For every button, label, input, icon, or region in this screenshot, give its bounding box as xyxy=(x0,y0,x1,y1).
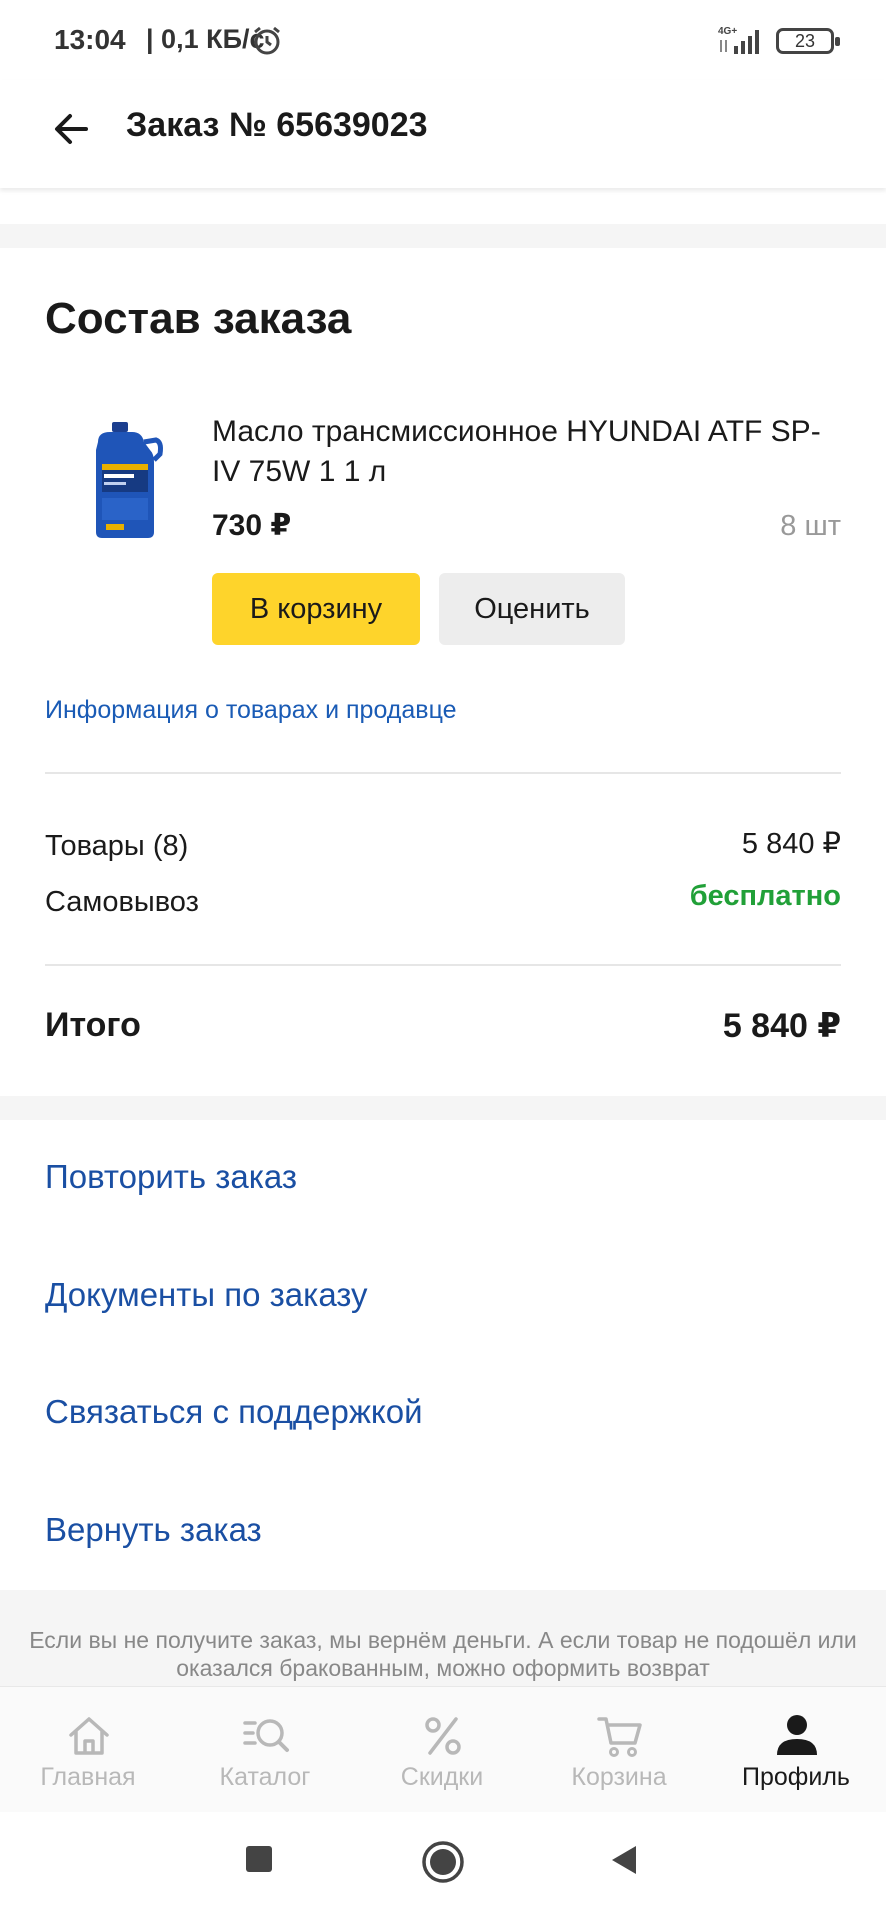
product-price: 730 ₽ xyxy=(212,509,292,542)
add-to-cart-button[interactable]: В корзину xyxy=(212,573,420,645)
back-arrow-icon[interactable] xyxy=(48,104,98,154)
rate-button[interactable]: Оценить xyxy=(439,573,625,645)
battery-level: 23 xyxy=(794,31,816,51)
battery-icon: 23 xyxy=(776,28,840,54)
alarm-icon xyxy=(254,26,280,55)
bottom-nav: Главная Каталог Скидки Корзина Профиль xyxy=(0,1686,886,1812)
status-bar: 13:04 | 0,1 КБ/с 4G+ 23 xyxy=(0,0,886,80)
total-label: Итого xyxy=(45,1006,141,1044)
order-documents-link[interactable]: Документы по заказу xyxy=(45,1276,368,1314)
delivery-label: Самовывоз xyxy=(45,886,199,918)
nav-label-profile: Профиль xyxy=(742,1763,850,1791)
section-gap xyxy=(0,1096,886,1120)
goods-count-label: Товары (8) xyxy=(45,830,189,862)
refund-note: Если вы не получите заказ, мы вернём ден… xyxy=(0,1590,886,1690)
back-triangle-icon[interactable] xyxy=(608,1844,640,1876)
nav-item-catalog[interactable]: Каталог xyxy=(185,1687,345,1813)
return-order-link[interactable]: Вернуть заказ xyxy=(45,1511,262,1549)
home-button-icon[interactable] xyxy=(421,1840,465,1884)
section-gap xyxy=(0,224,886,248)
status-time: 13:04 xyxy=(54,24,126,55)
nav-item-cart[interactable]: Корзина xyxy=(539,1687,699,1813)
system-nav-bar xyxy=(0,1812,886,1920)
order-section-title: Состав заказа xyxy=(45,294,352,343)
nav-item-profile[interactable]: Профиль xyxy=(716,1687,876,1813)
network-speed: | 0,1 КБ/с xyxy=(146,24,265,54)
nav-item-discounts[interactable]: Скидки xyxy=(362,1687,522,1813)
signal-icon: 4G+ xyxy=(718,26,759,54)
goods-total-value: 5 840 ₽ xyxy=(741,828,841,860)
total-value: 5 840 ₽ xyxy=(722,1007,841,1045)
profile-icon xyxy=(777,1715,817,1755)
page-title: Заказ № 65639023 xyxy=(126,106,428,144)
product-quantity: 8 шт xyxy=(780,510,841,542)
atf-oil-bottle-image[interactable] xyxy=(80,420,170,540)
contact-support-link[interactable]: Связаться с поддержкой xyxy=(45,1393,423,1431)
delivery-value: бесплатно xyxy=(689,880,841,912)
percent-icon xyxy=(425,1717,461,1755)
product-seller-info-link[interactable]: Информация о товарах и продавце xyxy=(45,696,457,725)
signal-type-label: 4G+ xyxy=(718,26,737,37)
product-name[interactable]: Масло трансмиссионное HYUNDAI ATF SP-IV … xyxy=(212,412,832,492)
nav-label-cart: Корзина xyxy=(571,1763,667,1791)
cart-icon xyxy=(597,1717,642,1757)
nav-label-home: Главная xyxy=(40,1763,136,1791)
nav-label-discounts: Скидки xyxy=(400,1763,484,1791)
catalog-search-icon xyxy=(243,1719,289,1752)
app-header: Заказ № 65639023 xyxy=(0,80,886,188)
divider xyxy=(45,964,841,966)
recent-apps-icon[interactable] xyxy=(244,1844,274,1874)
home-icon xyxy=(69,1717,109,1755)
nav-label-catalog: Каталог xyxy=(219,1763,311,1791)
repeat-order-link[interactable]: Повторить заказ xyxy=(45,1158,297,1196)
divider xyxy=(45,772,841,774)
nav-item-home[interactable]: Главная xyxy=(8,1687,168,1813)
